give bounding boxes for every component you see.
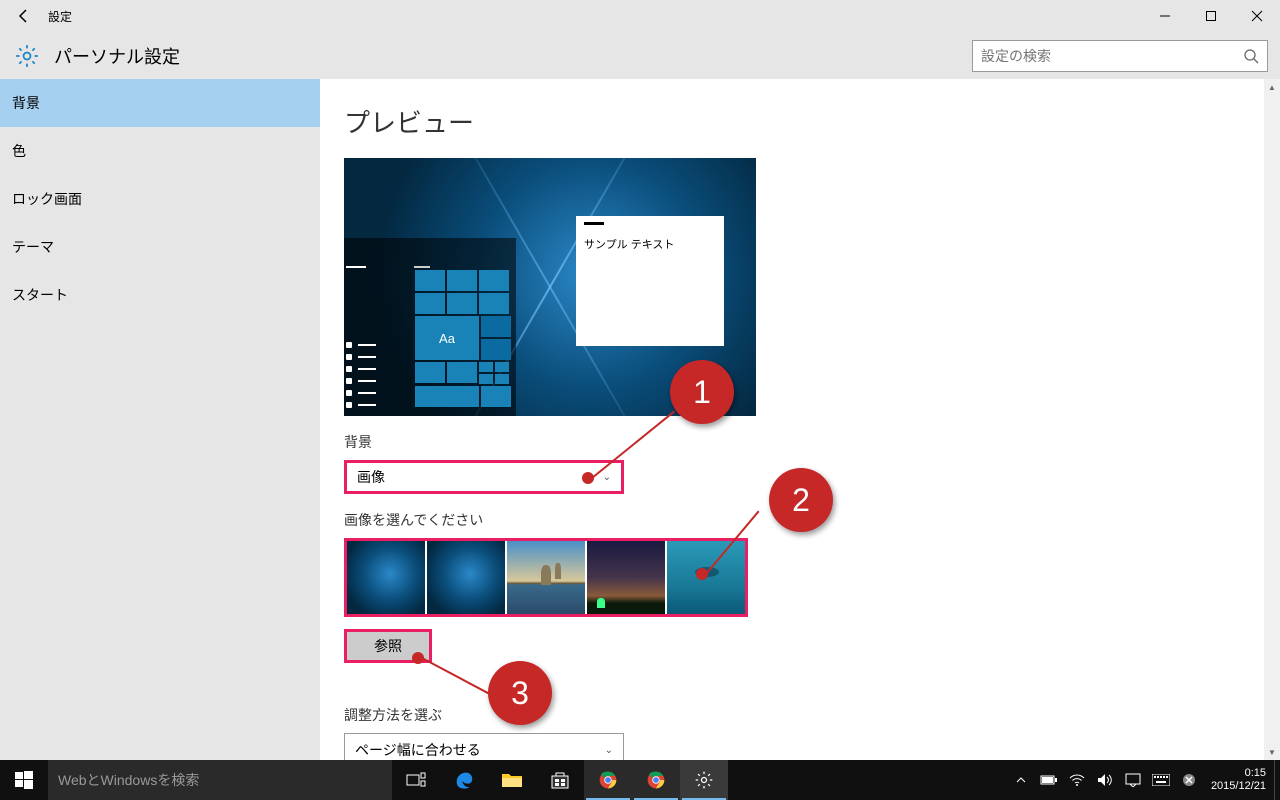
wallpaper-thumbnails [344,538,748,617]
ime-icon[interactable] [1147,774,1175,786]
windows-taskbar: WebとWindowsを検索 0:15 2015/12/21 [0,760,1280,800]
sidebar-item-start[interactable]: スタート [0,271,320,319]
gear-icon [14,43,40,69]
fit-dropdown[interactable]: ページ幅に合わせる ⌄ [344,733,624,760]
callout-bubble-3: 3 [488,661,552,725]
sidebar-item-themes[interactable]: テーマ [0,223,320,271]
taskbar-search-placeholder: WebとWindowsを検索 [58,770,199,790]
sidebar-item-background[interactable]: 背景 [0,79,320,127]
clock-time: 0:15 [1211,767,1266,780]
chrome-icon-1[interactable] [584,760,632,800]
close-button[interactable] [1234,0,1280,32]
taskbar-clock[interactable]: 0:15 2015/12/21 [1203,767,1274,793]
callout-bubble-1: 1 [670,360,734,424]
settings-search[interactable] [972,40,1268,72]
wallpaper-thumb-1[interactable] [347,541,425,614]
scroll-down-arrow[interactable]: ▼ [1264,744,1280,760]
wallpaper-thumb-4[interactable] [587,541,665,614]
settings-search-input[interactable] [981,48,1243,64]
tray-chevron-icon[interactable] [1007,775,1035,785]
store-icon[interactable] [536,760,584,800]
sidebar-item-colors[interactable]: 色 [0,127,320,175]
action-center-icon[interactable] [1119,773,1147,787]
scroll-up-arrow[interactable]: ▲ [1264,79,1280,95]
taskbar-search[interactable]: WebとWindowsを検索 [48,760,392,800]
file-explorer-icon[interactable] [488,760,536,800]
settings-taskbar-icon[interactable] [680,760,728,800]
wallpaper-thumb-3[interactable] [507,541,585,614]
system-tray: 0:15 2015/12/21 [1007,760,1280,800]
settings-sidebar: 背景 色 ロック画面 テーマ スタート [0,79,320,760]
page-header: パーソナル設定 [0,32,1280,79]
background-label: 背景 [344,432,1256,452]
callout-bubble-2: 2 [769,468,833,532]
sidebar-item-lockscreen[interactable]: ロック画面 [0,175,320,223]
preview-heading: プレビュー [344,103,1256,140]
page-title: パーソナル設定 [54,43,180,69]
minimize-button[interactable] [1142,0,1188,32]
maximize-button[interactable] [1188,0,1234,32]
window-title: 設定 [48,8,72,25]
chevron-down-icon: ⌄ [605,745,613,756]
chrome-icon-2[interactable] [632,760,680,800]
tray-status-icon[interactable] [1175,773,1203,787]
background-dropdown-value: 画像 [357,467,385,487]
browse-button-label: 参照 [374,636,402,656]
show-desktop-button[interactable] [1274,760,1280,800]
edge-icon[interactable] [440,760,488,800]
search-icon [1243,48,1259,64]
clock-date: 2015/12/21 [1211,780,1266,793]
content-area: プレビュー [320,79,1280,760]
fit-dropdown-value: ページ幅に合わせる [355,740,481,760]
taskview-icon[interactable] [392,760,440,800]
start-button[interactable] [0,760,48,800]
wallpaper-thumb-2[interactable] [427,541,505,614]
chevron-down-icon: ⌄ [603,472,611,483]
vertical-scrollbar[interactable]: ▲ ▼ [1264,79,1280,760]
callout-line-3 [422,657,494,696]
back-button[interactable] [0,0,48,32]
wifi-icon[interactable] [1063,773,1091,787]
window-titlebar: 設定 [0,0,1280,32]
volume-icon[interactable] [1091,773,1119,787]
preview-tile-aa: Aa [415,316,479,360]
battery-icon[interactable] [1035,774,1063,786]
fit-label: 調整方法を選ぶ [344,705,1256,725]
